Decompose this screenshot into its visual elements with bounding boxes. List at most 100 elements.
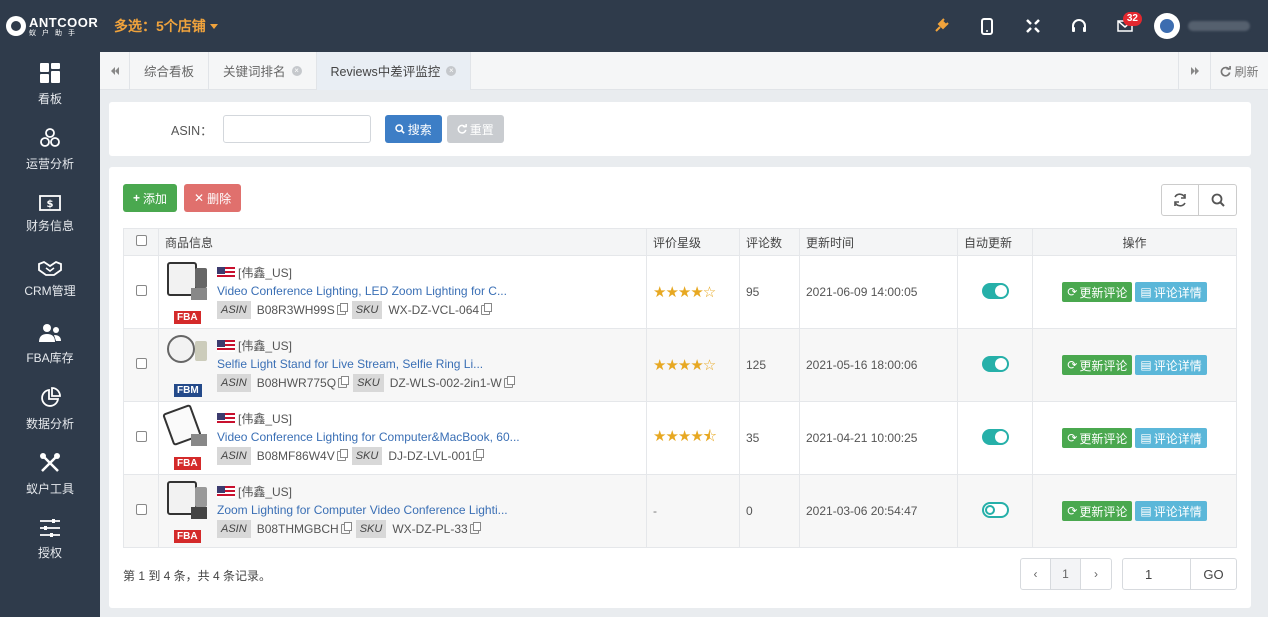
sidebar-item-fba-inventory[interactable]: FBA库存 xyxy=(0,312,100,377)
asin-tag: ASIN xyxy=(217,374,251,392)
tab-scroll-right-button[interactable] xyxy=(1178,52,1210,90)
select-all-cell xyxy=(123,228,159,256)
copy-icon[interactable] xyxy=(336,449,348,461)
logo-icon xyxy=(6,16,26,36)
delete-button[interactable]: ✕ 删除 xyxy=(184,184,242,212)
review-details-button[interactable]: ▤ 评论详情 xyxy=(1135,501,1207,521)
tab-scroll-left-button[interactable] xyxy=(100,51,130,90)
close-icon[interactable]: × xyxy=(446,65,457,76)
copy-icon[interactable] xyxy=(481,303,493,315)
logo[interactable]: ANTCOOR 蚁户助手 xyxy=(0,0,100,52)
list-icon: ▤ xyxy=(1140,504,1152,518)
sidebar-item-operations[interactable]: 运营分析 xyxy=(0,117,100,182)
dashboard-icon xyxy=(40,63,60,83)
headset-icon[interactable] xyxy=(1056,0,1102,52)
product-thumbnail[interactable]: FBM xyxy=(165,333,211,397)
row-checkbox[interactable] xyxy=(135,431,147,442)
next-page-button[interactable]: › xyxy=(1081,559,1111,589)
header-actions: 操作 xyxy=(1032,228,1237,256)
row-checkbox[interactable] xyxy=(135,358,147,369)
sidebar-item-finance[interactable]: $ 财务信息 xyxy=(0,182,100,247)
row-checkbox[interactable] xyxy=(135,285,147,296)
update-reviews-button[interactable]: ⟳ 更新评论 xyxy=(1062,501,1133,521)
reload-table-button[interactable] xyxy=(1161,184,1199,216)
product-thumbnail[interactable]: FBA xyxy=(165,479,211,543)
close-icon[interactable]: × xyxy=(291,65,302,76)
select-all-checkbox[interactable] xyxy=(135,235,147,246)
sidebar-item-dashboard[interactable]: 看板 xyxy=(0,52,100,117)
mobile-icon[interactable] xyxy=(964,0,1010,52)
update-reviews-label: 更新评论 xyxy=(1079,285,1128,300)
product-info-cell: FBA [伟鑫_US] Zoom Lighting for Computer V… xyxy=(158,474,647,548)
update-reviews-button[interactable]: ⟳ 更新评论 xyxy=(1062,355,1133,375)
review-details-button[interactable]: ▤ 评论详情 xyxy=(1135,428,1207,448)
star-rating: - xyxy=(653,504,657,518)
add-button[interactable]: + 添加 xyxy=(123,184,178,212)
auto-update-toggle[interactable] xyxy=(981,501,1009,518)
product-image-detail xyxy=(195,268,207,288)
review-details-button[interactable]: ▤ 评论详情 xyxy=(1135,355,1207,375)
reset-button[interactable]: 重置 xyxy=(446,115,504,143)
auto-update-cell xyxy=(957,255,1033,329)
sidebar-item-label: 财务信息 xyxy=(25,219,74,233)
goto-page-input[interactable]: 1 xyxy=(1123,559,1191,589)
prev-page-button[interactable]: ‹ xyxy=(1021,559,1051,589)
header-rating: 评价星级 xyxy=(646,228,740,256)
page-number-button[interactable]: 1 xyxy=(1051,559,1081,589)
product-title-link[interactable]: Video Conference Lighting, LED Zoom Ligh… xyxy=(217,283,507,299)
table-search-button[interactable] xyxy=(1199,184,1237,216)
delete-button-label: 删除 xyxy=(207,191,232,206)
list-icon: ▤ xyxy=(1140,358,1152,372)
copy-icon[interactable] xyxy=(336,303,348,315)
copy-icon[interactable] xyxy=(473,449,485,461)
mail-icon[interactable]: 32 xyxy=(1102,0,1148,52)
asin-input[interactable] xyxy=(222,115,371,143)
actions-cell: ⟳ 更新评论 ▤ 评论详情 xyxy=(1032,401,1237,475)
plugin-icon[interactable] xyxy=(918,0,964,52)
review-count-cell: 95 xyxy=(739,255,800,329)
refresh-tab-button[interactable]: 刷新 xyxy=(1210,52,1268,90)
asin-tag: ASIN xyxy=(217,447,251,465)
row-select-cell xyxy=(123,255,159,329)
review-details-button[interactable]: ▤ 评论详情 xyxy=(1135,282,1207,302)
auto-update-toggle[interactable] xyxy=(981,355,1009,372)
refresh-icon: ⟳ xyxy=(1067,504,1078,518)
pagination-info: 第 1 到 4 条，共 4 条记录。 xyxy=(123,569,272,583)
auto-update-toggle[interactable] xyxy=(981,282,1009,299)
product-info-cell: FBA [伟鑫_US] Video Conference Lighting, L… xyxy=(158,255,647,329)
product-image-detail xyxy=(191,434,207,446)
product-title-link[interactable]: Selfie Light Stand for Live Stream, Self… xyxy=(217,356,513,372)
copy-icon[interactable] xyxy=(340,522,352,534)
sidebar-item-analytics[interactable]: 数据分析 xyxy=(0,377,100,442)
product-info-cell: FBA [伟鑫_US] Video Conference Lighting fo… xyxy=(158,401,647,475)
go-button[interactable]: GO xyxy=(1191,559,1236,589)
row-checkbox[interactable] xyxy=(135,504,147,515)
sidebar-item-authorization[interactable]: 授权 xyxy=(0,507,100,572)
update-reviews-button[interactable]: ⟳ 更新评论 xyxy=(1062,282,1133,302)
auto-update-toggle[interactable] xyxy=(981,428,1009,445)
copy-icon[interactable] xyxy=(503,376,515,388)
update-time-cell: 2021-03-06 20:54:47 xyxy=(799,474,958,548)
copy-icon[interactable] xyxy=(338,376,350,388)
asin-value: B08THMGBCH xyxy=(256,522,339,536)
user-menu[interactable] xyxy=(1148,13,1268,39)
row-select-cell xyxy=(123,328,159,402)
sidebar-item-tools[interactable]: 蚁户工具 xyxy=(0,442,100,507)
search-button[interactable]: 搜索 xyxy=(384,115,442,143)
product-thumbnail[interactable]: FBA xyxy=(165,260,211,324)
tab-reviews-monitor[interactable]: Reviews中差评监控 × xyxy=(316,51,472,90)
product-thumbnail[interactable]: FBA xyxy=(162,403,211,470)
product-info-cell: FBM [伟鑫_US] Selfie Light Stand for Live … xyxy=(158,328,647,402)
product-title-link[interactable]: Video Conference Lighting for Computer&M… xyxy=(217,429,520,445)
sidebar-item-crm[interactable]: CRM管理 xyxy=(0,247,100,312)
copy-icon[interactable] xyxy=(469,522,481,534)
table-row: FBA [伟鑫_US] Video Conference Lighting fo… xyxy=(123,401,1237,475)
product-title-link[interactable]: Zoom Lighting for Computer Video Confere… xyxy=(217,502,508,518)
fullscreen-icon[interactable] xyxy=(1010,0,1056,52)
update-reviews-button[interactable]: ⟳ 更新评论 xyxy=(1062,428,1133,448)
tab-overview[interactable]: 综合看板 xyxy=(130,51,210,90)
reset-button-label: 重置 xyxy=(469,122,494,137)
tab-keyword-ranking[interactable]: 关键词排名 × xyxy=(209,51,317,90)
store-selector[interactable]: 多选：5个店铺 xyxy=(114,16,218,36)
update-reviews-label: 更新评论 xyxy=(1079,431,1128,446)
